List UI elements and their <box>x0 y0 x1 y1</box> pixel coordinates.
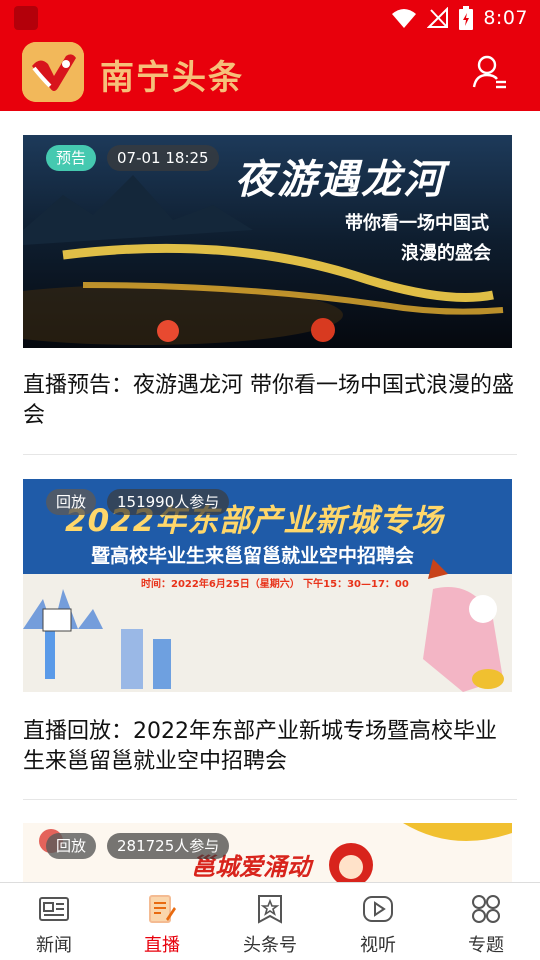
status-time: 8:07 <box>483 7 528 29</box>
tab-label: 直播 <box>144 935 180 956</box>
cover-headline: 夜游遇龙河 <box>235 156 445 203</box>
card-title[interactable]: 直播预告：夜游遇龙河 带你看一场中国式浪漫的盛会 <box>23 371 517 431</box>
participants-badge: 281725人参与 <box>107 833 230 859</box>
tab-news[interactable]: 新闻 <box>0 883 108 960</box>
tab-live[interactable]: 直播 <box>108 883 216 960</box>
status-icons: 8:07 <box>391 0 528 36</box>
status-app-icon <box>14 6 38 30</box>
card-title[interactable]: 直播回放：2022年东部产业新城专场暨高校毕业生来邕留邕就业空中招聘会 <box>23 717 517 777</box>
live-document-icon <box>149 895 176 923</box>
cover-subline: 暨高校毕业生来邕留邕就业空中招聘会 <box>91 545 415 567</box>
live-card[interactable]: 邕城爱涌动 回放 281725人参与 <box>23 823 517 882</box>
status-bar: 8:07 <box>0 0 540 36</box>
battery-icon <box>459 6 474 30</box>
tab-label: 专题 <box>468 935 504 956</box>
status-badge: 预告 <box>46 145 97 171</box>
participants-badge: 151990人参与 <box>107 489 230 515</box>
cover-time-line: 时间：2022年6月25日（星期六） 下午15：30—17：00 <box>141 579 409 590</box>
status-badge: 回放 <box>46 833 97 859</box>
app-logo <box>22 42 84 102</box>
grid-icon <box>472 895 500 923</box>
play-icon <box>363 896 393 922</box>
card-cover-image[interactable]: 2022年东部产业新城专场 暨高校毕业生来邕留邕就业空中招聘会 时间：2022年… <box>23 479 512 692</box>
card-cover-image[interactable]: 邕城爱涌动 回放 281725人参与 <box>23 823 512 882</box>
tab-video[interactable]: 视听 <box>324 883 432 960</box>
app-title: 南宁头条 <box>100 58 244 98</box>
status-badge: 回放 <box>46 489 97 515</box>
tab-headline-accounts[interactable]: 头条号 <box>216 883 324 960</box>
star-bookmark-icon <box>258 895 282 924</box>
tab-label: 头条号 <box>243 935 297 956</box>
no-signal-icon <box>427 7 449 28</box>
cover-subline: 浪漫的盛会 <box>401 243 491 264</box>
newspaper-icon <box>39 897 69 921</box>
bottom-tab-bar: 新闻 直播 头条号 视听 专题 <box>0 882 540 960</box>
live-card[interactable]: 2022年东部产业新城专场 暨高校毕业生来邕留邕就业空中招聘会 时间：2022年… <box>23 479 517 779</box>
tab-label: 视听 <box>360 935 396 956</box>
start-time-badge: 07-01 18:25 <box>107 145 219 171</box>
user-list-icon <box>472 55 506 89</box>
divider <box>23 799 517 800</box>
wifi-icon <box>392 9 417 28</box>
cover-subline: 带你看一场中国式 <box>345 213 489 234</box>
tab-label: 新闻 <box>36 935 72 956</box>
tab-topics[interactable]: 专题 <box>432 883 540 960</box>
live-card[interactable]: 夜游遇龙河 带你看一场中国式 浪漫的盛会 预告 07-01 18:25 直播预告… <box>23 135 517 435</box>
divider <box>23 454 517 455</box>
live-feed[interactable]: 夜游遇龙河 带你看一场中国式 浪漫的盛会 预告 07-01 18:25 直播预告… <box>0 111 540 882</box>
card-cover-image[interactable]: 夜游遇龙河 带你看一场中国式 浪漫的盛会 预告 07-01 18:25 <box>23 135 512 348</box>
user-profile-button[interactable] <box>472 54 508 90</box>
app-header: 南宁头条 <box>0 36 540 111</box>
